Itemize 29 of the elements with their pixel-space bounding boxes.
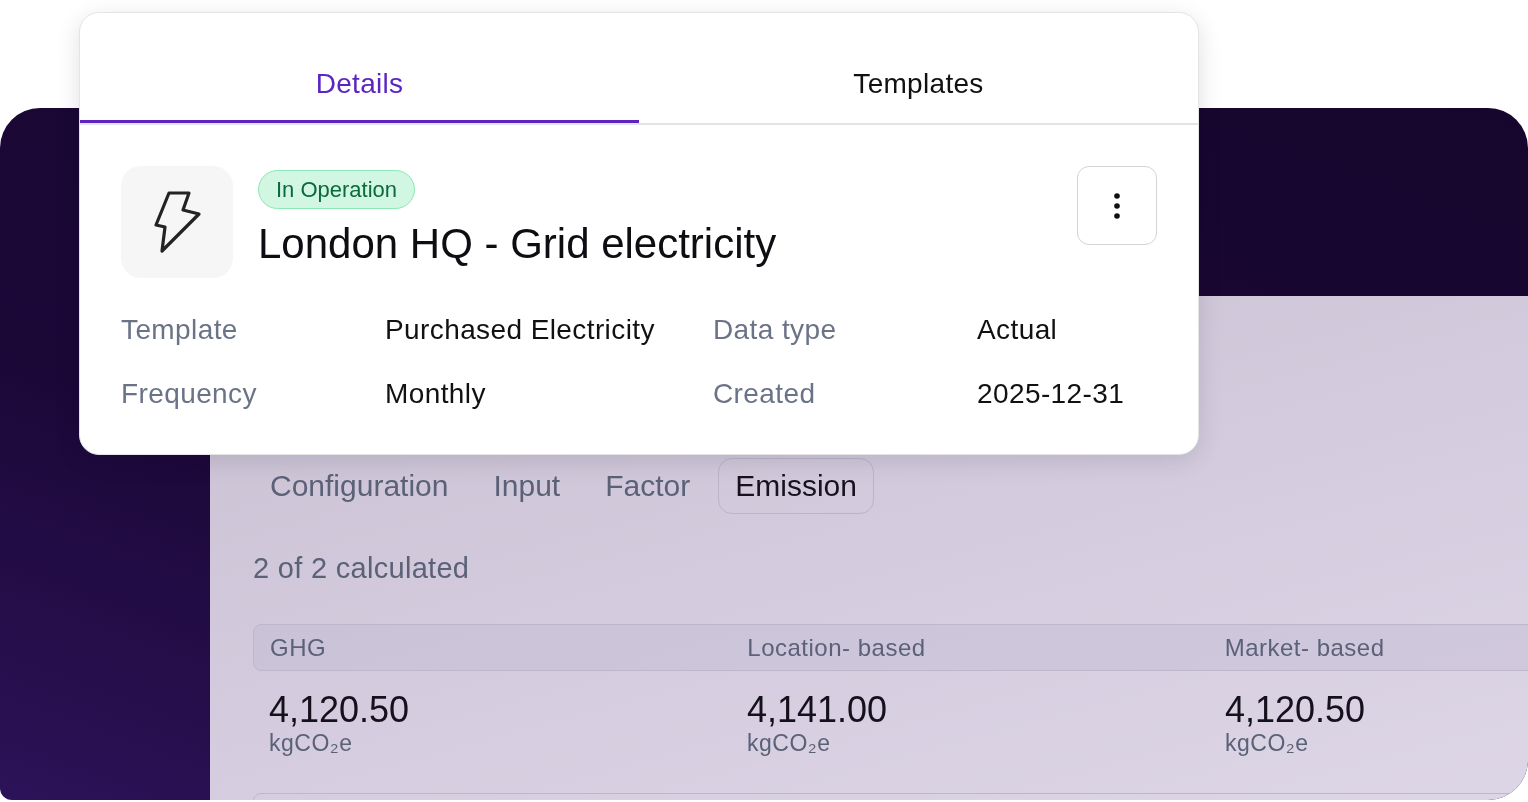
field-label: Created xyxy=(713,378,816,410)
status-badge: In Operation xyxy=(258,170,416,209)
emission-value: 4,120.50 xyxy=(1225,690,1366,730)
lightning-bolt-icon xyxy=(121,166,233,278)
field-label: Data type xyxy=(713,314,837,346)
field-label: Frequency xyxy=(121,378,257,410)
field-value: 2025-12-31 xyxy=(977,378,1125,410)
field-value: Monthly xyxy=(385,378,486,410)
item-title: London HQ - Grid electricity xyxy=(258,220,777,268)
card-tab[interactable]: Details xyxy=(80,13,639,123)
column-header: Market- based xyxy=(1224,633,1386,662)
unit-label: kgCO₂e xyxy=(747,730,831,757)
section-tab[interactable]: Emission xyxy=(718,458,874,514)
section-tab[interactable]: Factor xyxy=(588,458,708,514)
summary-text: 2 of 2 calculated xyxy=(253,552,471,584)
unit-label: kgCO₂e xyxy=(1225,730,1309,757)
field-value: Actual xyxy=(977,314,1058,346)
unit-label: kgCO₂e xyxy=(269,730,353,757)
column-header: Location- based xyxy=(747,633,927,662)
vertical-dots-icon xyxy=(1114,192,1120,219)
column-header: GHG xyxy=(270,633,328,662)
emission-value: 4,141.00 xyxy=(747,690,888,730)
field-value: Purchased Electricity xyxy=(385,314,655,346)
emission-value: 4,120.50 xyxy=(269,690,410,730)
section-tab[interactable]: Configuration xyxy=(253,458,466,514)
more-options-button[interactable] xyxy=(1077,166,1157,245)
field-label: Template xyxy=(121,314,238,346)
section-tab[interactable]: Input xyxy=(476,458,578,514)
card-tab[interactable]: Templates xyxy=(639,13,1198,123)
